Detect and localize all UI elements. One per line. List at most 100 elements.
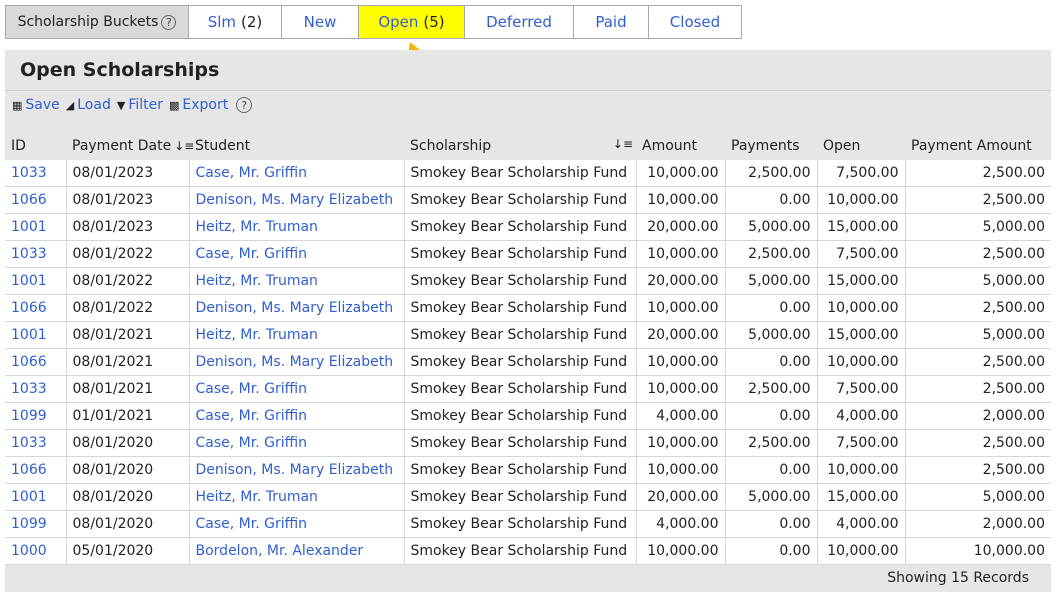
- cell-scholarship: Smokey Bear Scholarship Fund: [404, 348, 637, 376]
- cell-amount: 20,000.00: [636, 213, 726, 241]
- cell-student[interactable]: Bordelon, Mr. Alexander: [189, 537, 405, 565]
- cell-scholarship: Smokey Bear Scholarship Fund: [404, 160, 637, 187]
- table-row[interactable]: 1033 08/01/2022 Case, Mr. Griffin Smokey Be…: [5, 240, 1051, 268]
- table-row[interactable]: 1033 08/01/2020 Case, Mr. Griffin Smokey Be…: [5, 429, 1051, 457]
- cell-id[interactable]: 1066: [5, 348, 67, 376]
- export-button[interactable]: ▩ Export: [169, 97, 228, 113]
- cell-payment-amount: 2,500.00: [905, 456, 1051, 484]
- load-button[interactable]: ◢ Load: [66, 97, 111, 113]
- cell-student[interactable]: Heitz, Mr. Truman: [189, 267, 405, 295]
- open-scholarships-panel: Open Scholarships ▦ Save ◢ Load ▼ Filter…: [5, 50, 1051, 592]
- cell-amount: 20,000.00: [636, 321, 726, 349]
- cell-payments: 2,500.00: [725, 160, 818, 187]
- cell-payments: 5,000.00: [725, 483, 818, 511]
- column-header-amount[interactable]: Amount: [636, 131, 725, 160]
- column-header-payment-amount[interactable]: Payment Amount: [905, 131, 1051, 160]
- cell-student[interactable]: Case, Mr. Griffin: [189, 160, 405, 187]
- table-row[interactable]: 1033 08/01/2021 Case, Mr. Griffin Smokey Be…: [5, 375, 1051, 403]
- table-row[interactable]: 1066 08/01/2023 Denison, Ms. Mary Elizabet…: [5, 186, 1051, 214]
- cell-student[interactable]: Heitz, Mr. Truman: [189, 321, 405, 349]
- cell-payments: 0.00: [725, 294, 818, 322]
- cell-student[interactable]: Case, Mr. Griffin: [189, 510, 405, 538]
- cell-payment-date: 08/01/2022: [66, 294, 190, 322]
- cell-id[interactable]: 1066: [5, 456, 67, 484]
- cell-payment-date: 08/01/2020: [66, 510, 190, 538]
- tab-label: Paid: [595, 13, 627, 31]
- column-header-open[interactable]: Open: [817, 131, 905, 160]
- table-row[interactable]: 1099 01/01/2021 Case, Mr. Griffin Smokey Be…: [5, 402, 1051, 430]
- buckets-title: Scholarship Buckets ?: [5, 5, 189, 39]
- tab-deferred[interactable]: Deferred: [465, 5, 574, 39]
- table-row[interactable]: 1001 08/01/2021 Heitz, Mr. Truman Smokey Be…: [5, 321, 1051, 349]
- tab-paid[interactable]: Paid: [574, 5, 649, 39]
- export-icon: ▩: [168, 98, 180, 112]
- column-header-scholarship[interactable]: Scholarship ↓≡: [404, 131, 636, 160]
- cell-id[interactable]: 1033: [5, 240, 67, 268]
- save-button[interactable]: ▦ Save: [12, 97, 60, 113]
- cell-scholarship: Smokey Bear Scholarship Fund: [404, 240, 637, 268]
- scholarship-buckets-bar: Scholarship Buckets ? Slm (2) New Open (5)…: [5, 5, 742, 39]
- cell-id[interactable]: 1001: [5, 213, 67, 241]
- cell-payment-amount: 2,000.00: [905, 510, 1051, 538]
- cell-payment-date: 08/01/2020: [66, 429, 190, 457]
- cell-id[interactable]: 1066: [5, 294, 67, 322]
- cell-open: 10,000.00: [817, 294, 906, 322]
- help-icon[interactable]: ?: [236, 97, 253, 113]
- cell-amount: 10,000.00: [636, 348, 726, 376]
- cell-id[interactable]: 1033: [5, 375, 67, 403]
- tab-open[interactable]: Open (5): [359, 5, 465, 39]
- cell-amount: 20,000.00: [636, 267, 726, 295]
- cell-student[interactable]: Case, Mr. Griffin: [189, 375, 405, 403]
- column-header-id[interactable]: ID: [5, 131, 66, 160]
- cell-payment-amount: 5,000.00: [905, 267, 1051, 295]
- tab-slm[interactable]: Slm (2): [189, 5, 282, 39]
- cell-payment-date: 08/01/2020: [66, 483, 190, 511]
- cell-id[interactable]: 1099: [5, 510, 67, 538]
- table-row[interactable]: 1001 08/01/2020 Heitz, Mr. Truman Smokey Be…: [5, 483, 1051, 511]
- cell-student[interactable]: Case, Mr. Griffin: [189, 429, 405, 457]
- cell-student[interactable]: Heitz, Mr. Truman: [189, 213, 405, 241]
- cell-payment-date: 08/01/2021: [66, 348, 190, 376]
- cell-id[interactable]: 1066: [5, 186, 67, 214]
- cell-open: 15,000.00: [817, 483, 906, 511]
- divider: [5, 90, 1051, 91]
- cell-student[interactable]: Denison, Ms. Mary Elizabeth: [189, 348, 405, 376]
- cell-student[interactable]: Case, Mr. Griffin: [189, 240, 405, 268]
- table-row[interactable]: 1066 08/01/2020 Denison, Ms. Mary Elizabet…: [5, 456, 1051, 484]
- table-row[interactable]: 1000 05/01/2020 Bordelon, Mr. Alexander Smo…: [5, 537, 1051, 565]
- cell-id[interactable]: 1001: [5, 267, 67, 295]
- cell-open: 4,000.00: [817, 402, 906, 430]
- table-row[interactable]: 1001 08/01/2022 Heitz, Mr. Truman Smokey Be…: [5, 267, 1051, 295]
- cell-student[interactable]: Denison, Ms. Mary Elizabeth: [189, 456, 405, 484]
- cell-scholarship: Smokey Bear Scholarship Fund: [404, 294, 637, 322]
- cell-id[interactable]: 1033: [5, 429, 67, 457]
- cell-amount: 10,000.00: [636, 186, 726, 214]
- cell-amount: 10,000.00: [636, 429, 726, 457]
- tab-closed[interactable]: Closed: [649, 5, 742, 39]
- table-row[interactable]: 1066 08/01/2021 Denison, Ms. Mary Elizabet…: [5, 348, 1051, 376]
- cell-student[interactable]: Heitz, Mr. Truman: [189, 483, 405, 511]
- cell-student[interactable]: Case, Mr. Griffin: [189, 402, 405, 430]
- cell-student[interactable]: Denison, Ms. Mary Elizabeth: [189, 294, 405, 322]
- column-header-payment-date[interactable]: Payment Date ↓≡: [66, 131, 194, 160]
- table-row[interactable]: 1033 08/01/2023 Case, Mr. Griffin Smokey Be…: [5, 160, 1051, 187]
- column-header-payments[interactable]: Payments: [725, 131, 817, 160]
- cell-open: 15,000.00: [817, 321, 906, 349]
- cell-id[interactable]: 1000: [5, 537, 67, 565]
- column-header-student[interactable]: Student: [189, 131, 404, 160]
- table-row[interactable]: 1099 08/01/2020 Case, Mr. Griffin Smokey Be…: [5, 510, 1051, 538]
- cell-open: 10,000.00: [817, 456, 906, 484]
- tab-new[interactable]: New: [282, 5, 359, 39]
- cell-student[interactable]: Denison, Ms. Mary Elizabeth: [189, 186, 405, 214]
- cell-payments: 5,000.00: [725, 321, 818, 349]
- filter-button[interactable]: ▼ Filter: [117, 97, 163, 113]
- cell-id[interactable]: 1001: [5, 483, 67, 511]
- table-row[interactable]: 1066 08/01/2022 Denison, Ms. Mary Elizabet…: [5, 294, 1051, 322]
- cell-id[interactable]: 1099: [5, 402, 67, 430]
- table-row[interactable]: 1001 08/01/2023 Heitz, Mr. Truman Smokey Be…: [5, 213, 1051, 241]
- table-header-row: ID Payment Date ↓≡ Student Scholarship ↓≡ …: [5, 131, 1051, 160]
- cell-open: 4,000.00: [817, 510, 906, 538]
- help-icon[interactable]: ?: [161, 14, 177, 30]
- cell-id[interactable]: 1001: [5, 321, 67, 349]
- cell-id[interactable]: 1033: [5, 160, 67, 187]
